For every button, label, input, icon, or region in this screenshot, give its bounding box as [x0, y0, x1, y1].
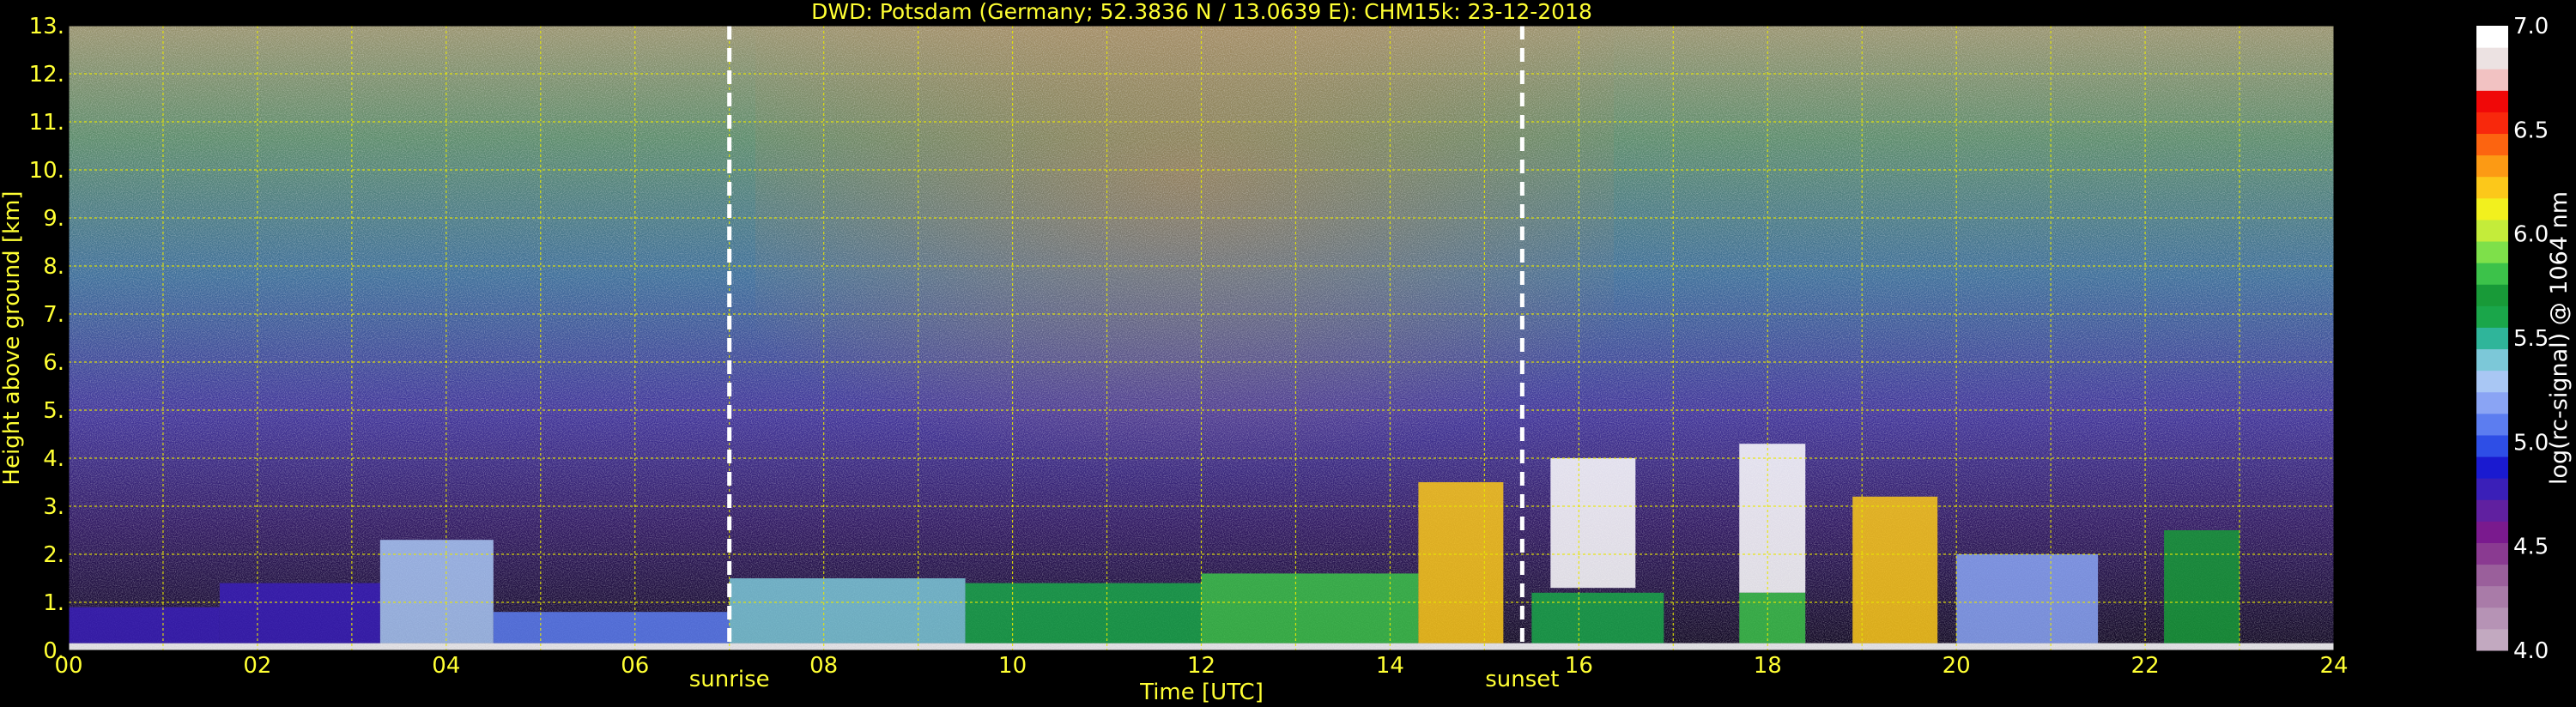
y-tick-label: 10. — [29, 158, 64, 184]
colorbar-segment — [2476, 327, 2508, 350]
backscatter-region — [1739, 444, 1806, 593]
colorbar-segment — [2476, 434, 2508, 457]
colorbar-tick-labels: 4.0 4.5 5.0 5.5 6.0 6.5 7.0 — [2513, 14, 2549, 664]
backscatter-region — [1550, 458, 1636, 589]
y-tick-label: 6. — [43, 350, 64, 376]
colorbar-segment — [2476, 263, 2508, 285]
colorbar-tick-label: 6.5 — [2513, 118, 2549, 143]
x-tick-label: 14 — [1376, 653, 1404, 679]
colorbar-segment — [2476, 391, 2508, 414]
colorbar-segment — [2476, 564, 2508, 587]
x-tick-label: 18 — [1754, 653, 1782, 679]
colorbar-segment — [2476, 112, 2508, 135]
y-tick-label: 8. — [43, 254, 64, 280]
colorbar-segment — [2476, 90, 2508, 112]
colorbar — [2476, 26, 2508, 651]
colorbar-segment — [2476, 69, 2508, 91]
colorbar-segment — [2476, 478, 2508, 500]
colorbar-tick-label: 6.0 — [2513, 222, 2549, 248]
backscatter-region — [965, 583, 1202, 644]
y-tick-label: 7. — [43, 302, 64, 328]
colorbar-segment — [2476, 348, 2508, 372]
colorbar-segment — [2476, 133, 2508, 156]
x-tick-label: 10 — [998, 653, 1027, 679]
colorbar-segment — [2476, 521, 2508, 543]
colorbar-segment — [2476, 542, 2508, 565]
colorbar-segment — [2476, 241, 2508, 263]
annotation-label: sunset — [1485, 667, 1559, 692]
x-axis-label: Time [UTC] — [1139, 680, 1264, 705]
colorbar-segment — [2476, 26, 2508, 48]
colorbar-segment — [2476, 154, 2508, 178]
colorbar-segment — [2476, 305, 2508, 328]
backscatter-region — [1531, 592, 1664, 644]
y-tick-label: 11. — [29, 110, 64, 136]
backscatter-region — [493, 612, 730, 644]
y-tick-label: 3. — [43, 494, 64, 520]
colorbar-tick-label: 5.5 — [2513, 326, 2549, 352]
chart-title: DWD: Potsdam (Germany; 52.3836 N / 13.06… — [811, 0, 1592, 24]
colorbar-tick-label: 4.0 — [2513, 638, 2549, 664]
x-tick-label: 22 — [2131, 653, 2160, 679]
x-tick-label: 00 — [54, 653, 82, 679]
x-tick-label: 04 — [432, 653, 460, 679]
backscatter-region — [729, 578, 966, 644]
y-tick-label: 12. — [29, 62, 64, 88]
colorbar-tick-label: 4.5 — [2513, 535, 2549, 560]
y-tick-label: 9. — [43, 206, 64, 232]
colorbar-segment — [2476, 284, 2508, 306]
y-tick-label: 5. — [43, 398, 64, 424]
colorbar-tick-label: 5.0 — [2513, 430, 2549, 456]
colorbar-segment — [2476, 456, 2508, 479]
colorbar-segment — [2476, 585, 2508, 608]
colorbar-segment — [2476, 197, 2508, 221]
backscatter-region — [69, 607, 220, 644]
backscatter-region — [1739, 592, 1806, 644]
x-tick-label: 12 — [1187, 653, 1215, 679]
y-axis-label: Height above ground [km] — [0, 190, 25, 485]
x-tick-label: 24 — [2319, 653, 2348, 679]
y-tick-label: 4. — [43, 446, 64, 472]
annotation-label: sunrise — [689, 667, 770, 692]
colorbar-segment — [2476, 219, 2508, 242]
ceilometer-chart: sunrise sunset 0.1.2.3.4.5.6.7.8.9.10.11.… — [0, 0, 2573, 705]
backscatter-region — [1956, 554, 2099, 644]
backscatter-region — [2164, 530, 2240, 644]
x-tick-label: 16 — [1565, 653, 1593, 679]
colorbar-segment — [2476, 499, 2508, 522]
colorbar-segment — [2476, 607, 2508, 630]
x-tick-label: 20 — [1943, 653, 1971, 679]
x-tick-labels: 00 02 04 06 08 10 12 14 16 18 20 22 24 — [54, 653, 2348, 679]
colorbar-label: log(rc-signal) @ 1064 nm — [2546, 191, 2573, 485]
x-tick-label: 06 — [621, 653, 649, 679]
colorbar-segment — [2476, 370, 2508, 393]
colorbar-segment — [2476, 628, 2508, 651]
x-tick-label: 02 — [243, 653, 271, 679]
colorbar-segment — [2476, 413, 2508, 436]
y-tick-labels: 0.1.2.3.4.5.6.7.8.9.10.11.12.13. — [29, 14, 64, 664]
y-tick-label: 13. — [29, 14, 64, 39]
colorbar-segment — [2476, 47, 2508, 69]
backscatter-region — [379, 540, 494, 644]
backscatter-region — [1852, 496, 1938, 644]
backscatter-region — [1201, 573, 1419, 644]
y-tick-label: 2. — [43, 542, 64, 568]
x-tick-label: 08 — [809, 653, 838, 679]
backscatter-region — [219, 583, 380, 644]
y-tick-label: 1. — [43, 590, 64, 616]
colorbar-tick-label: 7.0 — [2513, 14, 2549, 39]
colorbar-segment — [2476, 176, 2508, 199]
